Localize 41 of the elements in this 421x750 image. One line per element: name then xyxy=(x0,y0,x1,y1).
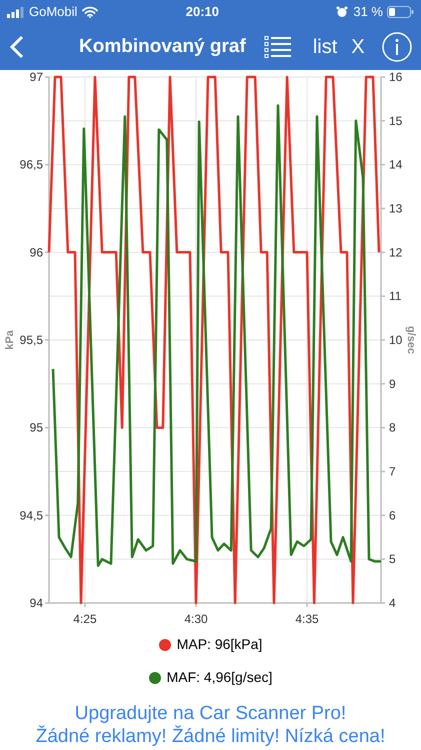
y-tick-label: 13 xyxy=(389,202,402,216)
axis-title: g/sec xyxy=(405,326,417,354)
y-tick-label: 8 xyxy=(389,420,396,435)
y-tick-label: 4 xyxy=(389,596,396,610)
screen-title: Kombinovaný graf xyxy=(79,34,246,59)
y-tick-label: 94 xyxy=(30,596,43,610)
y-tick-label: 9 xyxy=(389,376,396,391)
battery-icon xyxy=(387,6,414,18)
y-tick-label: 15 xyxy=(389,114,402,128)
legend-label: MAF: 4,96[g/sec] xyxy=(166,668,272,687)
x-tick-label: 4:30 xyxy=(184,612,208,626)
y-tick-label: 96,5 xyxy=(20,158,43,172)
signal-icon xyxy=(7,6,24,18)
carrier-name: GoMobil xyxy=(29,3,78,22)
alarm-icon xyxy=(336,6,348,18)
list-icon[interactable] xyxy=(264,35,292,59)
y-tick-label: 6 xyxy=(389,508,396,522)
info-icon[interactable] xyxy=(382,32,412,62)
clock-time: 20:10 xyxy=(184,3,220,22)
legend-label: MAP: 96[kPa] xyxy=(176,635,262,654)
y-tick-label: 14 xyxy=(389,158,402,172)
promo-text[interactable]: Upgradujte na Car Scanner Pro! xyxy=(74,702,346,725)
x-tick-label: 4:25 xyxy=(73,612,97,626)
y-tick-label: 96 xyxy=(30,245,43,260)
y-tick-label: 94,5 xyxy=(20,508,43,522)
y-tick-label: 97 xyxy=(30,70,43,84)
list-button[interactable]: list xyxy=(312,32,338,62)
wifi-icon xyxy=(82,6,98,18)
y-tick-label: 5 xyxy=(389,552,396,566)
y-tick-label: 95 xyxy=(30,420,43,435)
x-tick-label: 4:35 xyxy=(295,612,319,626)
y-tick-label: 16 xyxy=(389,70,402,84)
battery-percent: 31 % xyxy=(353,3,383,22)
axis-title: kPa xyxy=(4,330,16,350)
y-tick-label: 10 xyxy=(389,333,402,347)
close-button[interactable]: X xyxy=(351,32,365,62)
y-tick-label: 11 xyxy=(389,289,402,304)
y-tick-label: 95,5 xyxy=(20,333,43,347)
y-tick-label: 12 xyxy=(389,245,402,260)
promo-text[interactable]: Žádné reklamy! Žádné limity! Nízká cena! xyxy=(36,725,386,748)
y-tick-label: 7 xyxy=(389,464,396,478)
